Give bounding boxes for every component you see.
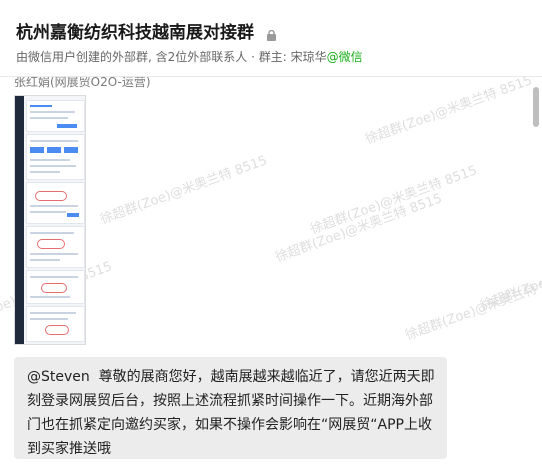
thumb-panel [26, 270, 85, 304]
lock-icon [266, 26, 276, 41]
group-subtitle: 由微信用户创建的外部群, 含2位外部联系人 · 群主: 宋琼华@微信 [16, 48, 363, 65]
wechat-tag: @微信 [326, 50, 363, 64]
chat-area[interactable]: 徐超群(Zoe)@米奥兰特 8515 徐超群(Zoe)@米奥兰特 8515 徐超… [0, 77, 542, 469]
image-message[interactable] [14, 95, 86, 345]
message-sender: 张红娟(网展贸O2O-运营) [14, 77, 151, 89]
message-text: @Steven 尊敬的展商您好，越南展越来越临近了，请您近两天即刻登录网展贸后台… [27, 369, 435, 457]
scrollbar[interactable] [532, 77, 542, 469]
thumb-panel [26, 134, 85, 180]
thumb-panel [26, 226, 85, 268]
watermark: 徐超群(Zoe)@米奥兰特 8515 [403, 269, 542, 344]
watermark: 徐超群(Zoe)@米奥兰特 8515 [273, 191, 445, 266]
watermark: 徐超群(Zoe)@米奥兰特 8515 [363, 77, 535, 148]
thumb-panel [26, 182, 85, 224]
thumb-panel [26, 100, 85, 132]
group-title[interactable]: 杭州嘉衡纺织科技越南展对接群 [16, 18, 276, 43]
thumb-sidebar [15, 96, 24, 344]
watermark: 徐超群(Zoe)@米奥兰特 8515 [98, 153, 270, 228]
group-title-text[interactable]: 杭州嘉衡纺织科技越南展对接群 [16, 23, 254, 43]
scrollbar-thumb[interactable] [533, 87, 539, 127]
thumb-panel [26, 306, 85, 342]
message-bubble[interactable]: @Steven 尊敬的展商您好，越南展越来越临近了，请您近两天即刻登录网展贸后台… [14, 357, 447, 459]
group-subtitle-text: 由微信用户创建的外部群, 含2位外部联系人 · 群主: 宋琼华 [16, 50, 327, 64]
chat-header: 杭州嘉衡纺织科技越南展对接群 由微信用户创建的外部群, 含2位外部联系人 · 群… [0, 0, 542, 77]
